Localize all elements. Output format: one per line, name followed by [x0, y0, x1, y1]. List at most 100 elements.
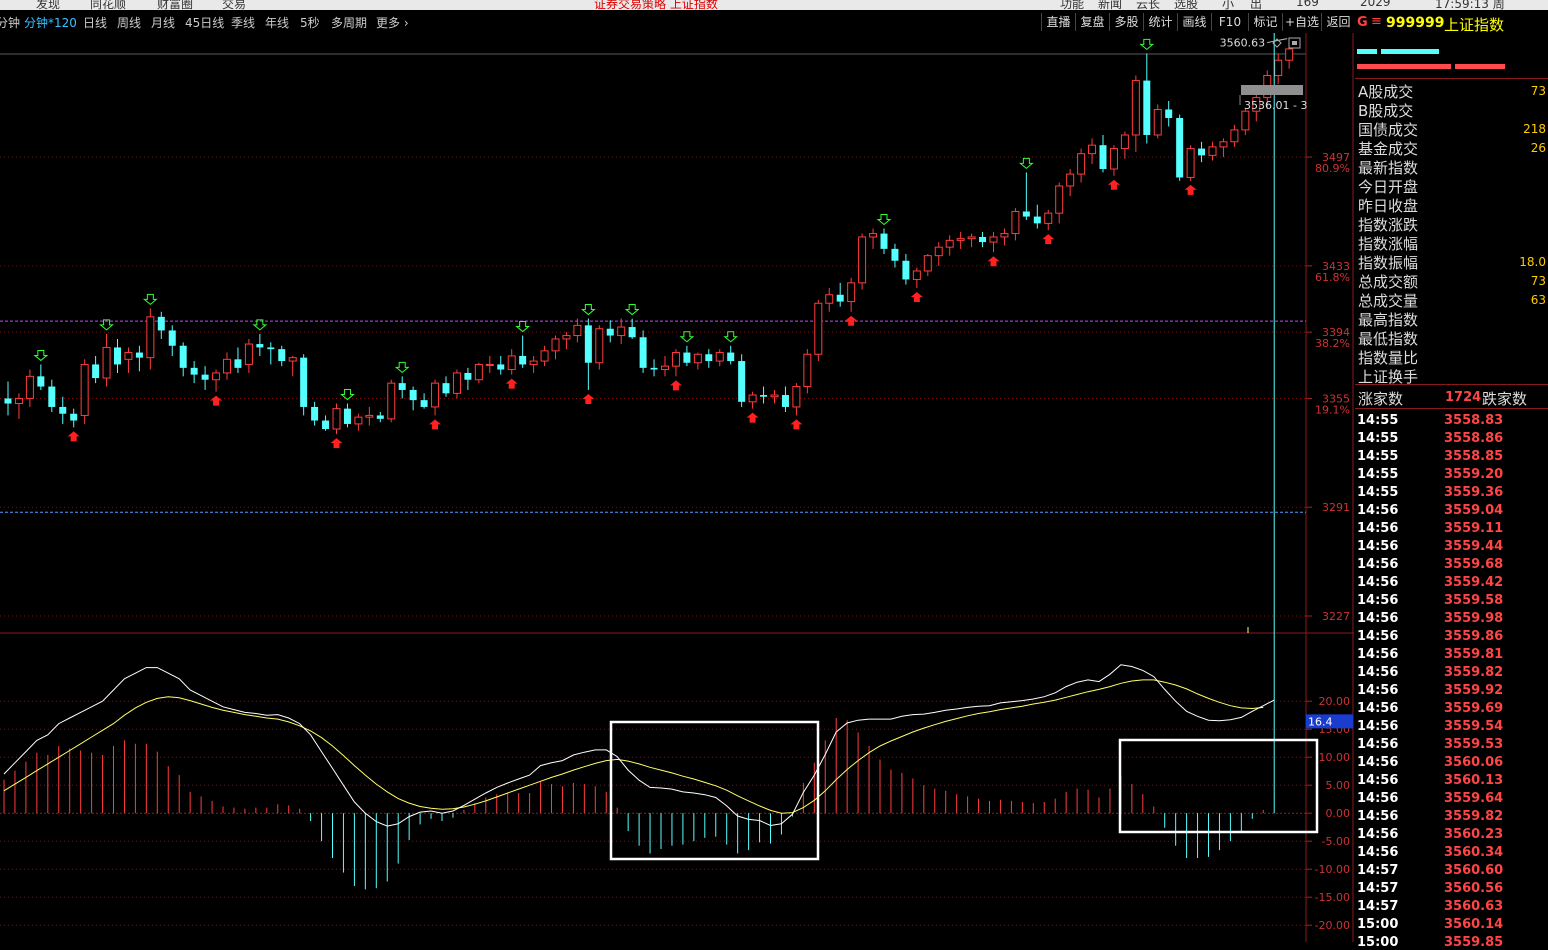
candle-body — [14, 397, 23, 405]
candle-body — [212, 372, 221, 381]
btn-multi-stock[interactable]: 多股 — [1109, 13, 1143, 31]
candle-body — [693, 353, 702, 364]
tick-price: 3559.81 — [1444, 647, 1504, 662]
stat-label: 最高指数 — [1358, 311, 1419, 329]
stat-label: A股成交 — [1358, 83, 1414, 101]
candle-body — [1285, 48, 1294, 61]
btn-f10[interactable]: F10 — [1211, 13, 1248, 31]
tick-time: 15:00 — [1357, 935, 1399, 950]
candle-body — [1088, 144, 1097, 155]
tick-time: 14:56 — [1357, 503, 1399, 518]
candle — [1055, 182, 1064, 224]
top-item-ths[interactable]: 同花顺 — [90, 0, 126, 10]
stat-label: 指数涨幅 — [1358, 235, 1419, 253]
down-arrow-icon — [340, 389, 355, 401]
candle — [1143, 53, 1151, 144]
top-item-pick[interactable]: 选股 — [1174, 0, 1198, 10]
period-minute-120[interactable]: 分钟*120 — [24, 14, 77, 31]
candle-body — [529, 360, 538, 365]
btn-live[interactable]: 直播 — [1041, 13, 1075, 31]
period-minute[interactable]: 分钟 — [0, 14, 20, 31]
candle-body — [650, 367, 658, 370]
candle-body — [70, 413, 78, 421]
btn-stats[interactable]: 统计 — [1143, 13, 1177, 31]
ask-bar-left — [1357, 64, 1451, 69]
period-daily[interactable]: 日线 — [83, 14, 107, 31]
macd-tick-label: 0.00 — [1326, 807, 1351, 820]
candle — [409, 386, 417, 411]
candle-body — [1000, 233, 1009, 238]
stat-label: 国债成交 — [1358, 121, 1419, 139]
candle — [387, 379, 396, 423]
period-yearly[interactable]: 年线 — [265, 14, 289, 31]
candle-body — [452, 372, 461, 394]
top-item-out[interactable]: 出 — [1250, 0, 1262, 10]
btn-back[interactable]: 返回 — [1321, 13, 1355, 31]
btn-add-watchlist[interactable]: +自选 — [1282, 13, 1321, 31]
candle — [639, 330, 647, 373]
tick-price: 3559.82 — [1444, 665, 1504, 680]
period-5sec[interactable]: 5秒 — [300, 14, 320, 31]
candle-body — [464, 372, 472, 380]
pct-tick-label: 19.1% — [1315, 403, 1350, 416]
up-count-label: 涨家数 — [1358, 390, 1404, 408]
candle — [135, 345, 143, 372]
tick-price: 3560.23 — [1444, 827, 1504, 842]
candle — [738, 354, 746, 407]
top-item-discover[interactable]: 发现 — [36, 0, 60, 10]
top-item-cloud[interactable]: 云长 — [1136, 0, 1160, 10]
candle-body — [59, 406, 67, 414]
candle — [179, 342, 187, 377]
candle — [114, 338, 121, 373]
tick-price: 3559.86 — [1444, 629, 1504, 644]
btn-draw[interactable]: 画线 — [1177, 13, 1211, 31]
btn-mark[interactable]: 标记 — [1248, 13, 1282, 31]
menu-icon[interactable]: ≡ — [1371, 14, 1382, 29]
candle — [693, 352, 702, 370]
period-quarterly[interactable]: 季线 — [231, 14, 255, 31]
candle — [420, 393, 428, 409]
period-monthly[interactable]: 月线 — [151, 14, 175, 31]
up-arrow-icon — [67, 431, 80, 442]
candle-body — [792, 386, 801, 408]
tick-price: 3559.44 — [1444, 539, 1504, 554]
top-item-func[interactable]: 功能 — [1060, 0, 1084, 10]
top-item-small[interactable]: 小 — [1222, 0, 1234, 10]
period-multi[interactable]: 多周期 — [331, 14, 367, 31]
candle-body — [1131, 80, 1140, 136]
down-arrow-icon — [515, 321, 531, 333]
candle — [157, 311, 165, 339]
candle — [1109, 145, 1118, 176]
candle — [902, 253, 910, 285]
pct-tick-label: 61.8% — [1315, 271, 1350, 284]
top-item-trade[interactable]: 交易 — [222, 0, 246, 10]
candle — [4, 381, 12, 416]
candle-body — [1077, 153, 1086, 175]
tick-price: 3559.11 — [1444, 521, 1504, 536]
btn-replay[interactable]: 复盘 — [1075, 13, 1109, 31]
top-center-title: 证券交易策略 上证指数 — [594, 0, 718, 10]
top-item-wealth[interactable]: 财富圈 — [157, 0, 193, 10]
pct-tick-label: 38.2% — [1315, 337, 1350, 350]
period-weekly[interactable]: 周线 — [117, 14, 141, 31]
top-item-news[interactable]: 新闻 — [1098, 0, 1122, 10]
kline-chart[interactable]: 349780.9%343361.8%339438.2%335519.1%3291… — [0, 33, 1354, 942]
candle — [956, 231, 965, 249]
period-more[interactable]: 更多 › — [376, 14, 409, 31]
stat-value: 18.0 — [1519, 255, 1546, 269]
tick-price: 3559.64 — [1444, 791, 1504, 806]
candle — [595, 325, 604, 370]
up-arrow-icon — [845, 315, 858, 326]
down-arrow-icon — [624, 304, 640, 316]
candle-body — [1274, 59, 1283, 76]
tick-price: 3559.42 — [1444, 575, 1504, 590]
candle-body — [4, 398, 12, 404]
candle — [431, 379, 440, 416]
candle — [760, 386, 768, 404]
period-45day[interactable]: 45日线 — [185, 14, 224, 31]
tick-time: 14:56 — [1357, 737, 1399, 752]
candle-body — [157, 316, 165, 331]
candle-body — [683, 352, 691, 363]
candle-body — [1208, 146, 1217, 156]
candle-body — [1022, 211, 1030, 217]
